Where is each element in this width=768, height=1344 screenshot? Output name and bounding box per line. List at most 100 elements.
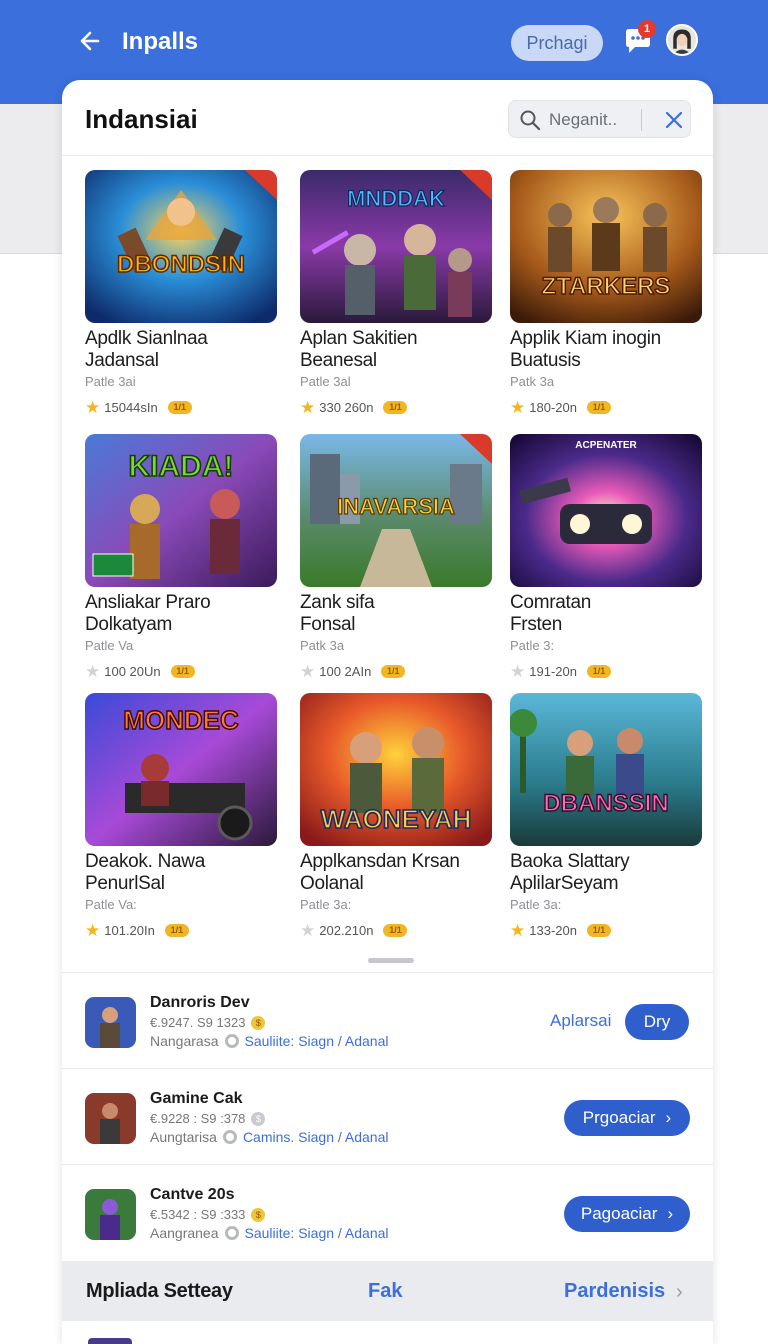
game-title: Aplan Sakitien Beanesal — [300, 328, 418, 371]
game-subtitle: Patle 3: — [510, 638, 555, 653]
back-arrow-icon[interactable] — [76, 26, 106, 56]
game-subtitle: Patle 3al — [300, 374, 351, 389]
tab-left[interactable]: Mpliada Setteay — [86, 1280, 233, 1303]
game-stats: ★ 191-20n 1/1 — [510, 662, 611, 680]
game-stats: ★ 180-20n 1/1 — [510, 398, 611, 416]
secondary-action-link[interactable]: Aplarsai — [550, 1011, 611, 1031]
game-title: Baoka Slattary AplilarSeyam — [510, 851, 630, 894]
game-cover-image: INAVARSIA — [300, 434, 492, 587]
list-item[interactable]: Danroris Dev €.9247. S9 1323 $ Nangarasa S… — [62, 972, 713, 1068]
game-subtitle: Patk 3a — [510, 374, 555, 389]
svg-text:INAVARSIA: INAVARSIA — [337, 494, 455, 519]
svg-text:MNDDAK: MNDDAK — [347, 186, 445, 211]
game-title: Zank sifa Fonsal — [300, 592, 375, 635]
list-item-title: Cantve 20s — [150, 1186, 235, 1203]
game-title: Apdlk Sianlnaa Jadansal — [85, 328, 208, 371]
list-item[interactable]: Gamine Cak €.9228 : S9 :378 $ Aungtarisa C… — [62, 1068, 713, 1164]
search-input[interactable]: Neganit.. — [508, 100, 691, 138]
star-icon: ★ — [300, 661, 316, 681]
tab-right[interactable]: Pardenisis — [564, 1280, 665, 1303]
app-thumbnail — [85, 1093, 136, 1144]
close-icon[interactable] — [663, 109, 685, 131]
list-item-title: Gamine Cak — [150, 1090, 243, 1107]
game-stats: ★ 330 260n 1/1 — [300, 397, 408, 417]
game-cover-image: WAONEYAH — [300, 693, 492, 846]
game-stats: ★ 100 20Un 1/1 — [85, 662, 195, 680]
list-item-meta: €.9247. S9 1323 $ — [150, 1015, 266, 1030]
svg-text:ZTARKERS: ZTARKERS — [542, 273, 671, 300]
tab-middle[interactable]: Fak — [368, 1280, 402, 1303]
search-placeholder: Neganit.. — [549, 110, 618, 129]
notification-badge: 1 — [638, 20, 656, 38]
coin-badge: 1/1 — [383, 923, 408, 937]
star-icon: ★ — [510, 920, 526, 940]
ring-icon — [222, 1130, 237, 1144]
game-cover-image: KIADA! — [85, 434, 277, 587]
search-divider — [641, 109, 642, 131]
coin-icon: $ — [251, 1111, 266, 1126]
game-title: Applkansdan Krsan Oolanal — [300, 851, 460, 894]
svg-text:DBONDSIN: DBONDSIN — [117, 251, 245, 278]
user-avatar[interactable] — [666, 24, 698, 56]
chevron-right-icon: › — [665, 1108, 672, 1127]
coin-badge: 1/1 — [586, 923, 611, 937]
game-subtitle: Patle 3ai — [85, 374, 136, 389]
star-icon: ★ — [510, 661, 526, 681]
game-cover-image: MNDDAK — [300, 170, 492, 323]
game-title: Deakok. Nawa PenurlSal — [85, 851, 205, 894]
svg-text:DBANSSIN: DBANSSIN — [543, 790, 668, 817]
star-icon: ★ — [85, 397, 101, 417]
chevron-right-icon: › — [667, 1204, 674, 1223]
list-item[interactable]: Cantve 20s €.5342 : S9 :333 $ Aangranea Sa… — [62, 1164, 713, 1260]
game-cover-image: DBANSSIN — [510, 693, 702, 846]
ring-icon — [224, 1034, 239, 1048]
primary-action-button[interactable]: Pagoaciar › — [564, 1196, 690, 1232]
coin-badge: 1/1 — [586, 664, 611, 678]
star-icon: ★ — [85, 661, 101, 681]
app-thumbnail — [85, 1189, 136, 1240]
coin-badge: 1/1 — [381, 664, 406, 678]
game-subtitle: Patle 3a: — [510, 897, 562, 912]
game-subtitle: Patle Va: — [85, 897, 137, 912]
bottom-tab-bar: Mpliada Setteay Fak Pardenisis › — [62, 1261, 713, 1321]
developer-link[interactable]: Sauliite: Siagn / Adanal — [245, 1225, 389, 1241]
star-icon: ★ — [510, 397, 526, 417]
svg-text:MONDEC: MONDEC — [123, 705, 239, 735]
header-pill-button[interactable]: Prchagi — [511, 25, 603, 61]
list-item-meta: €.9228 : S9 :378 $ — [150, 1111, 266, 1126]
game-subtitle: Patle 3a: — [300, 897, 352, 912]
game-cover-image: ZTARKERS — [510, 170, 702, 323]
developer-link[interactable]: Sauliite: Siagn / Adanal — [245, 1033, 389, 1049]
coin-badge: 1/1 — [167, 400, 192, 414]
svg-text:WAONEYAH: WAONEYAH — [321, 804, 472, 834]
list-item-info: Aungtarisa Camins. Siagn / Adanal — [150, 1129, 389, 1145]
svg-text:ACPENATER: ACPENATER — [575, 440, 637, 451]
coin-badge: 1/1 — [586, 400, 611, 414]
coin-icon: $ — [251, 1015, 266, 1030]
panel-header: Indansiai Neganit.. — [62, 80, 713, 156]
game-stats: ★ 100 2AIn 1/1 — [300, 661, 406, 681]
search-icon — [520, 110, 541, 131]
primary-action-button[interactable]: Dry — [625, 1004, 689, 1040]
apps-panel: Indansiai Neganit.. DBONDSIN Apdlk Sianl… — [62, 80, 713, 1344]
panel-title: Indansiai — [85, 104, 198, 134]
star-icon: ★ — [85, 920, 101, 940]
list-item-meta: €.5342 : S9 :333 $ — [150, 1207, 266, 1222]
list-item-info: Nangarasa Sauliite: Siagn / Adanal — [150, 1033, 389, 1049]
developer-link[interactable]: Camins. Siagn / Adanal — [243, 1129, 389, 1145]
ring-icon — [224, 1226, 239, 1240]
game-subtitle: Patle Va — [85, 638, 134, 653]
star-icon: ★ — [300, 397, 316, 417]
chevron-right-icon[interactable]: › — [676, 1281, 683, 1304]
primary-action-button[interactable]: Prgoaciar › — [564, 1100, 690, 1136]
svg-text:KIADA!: KIADA! — [129, 450, 234, 483]
drag-handle[interactable] — [368, 958, 414, 963]
app-thumbnail — [85, 997, 136, 1048]
game-title: Applik Kiam inogin Buatusis — [510, 328, 661, 371]
game-stats: ★ 101.20In 1/1 — [85, 921, 189, 939]
list-item-title: Danroris Dev — [150, 994, 250, 1011]
game-stats: ★ 202.210n 1/1 — [300, 921, 408, 939]
game-cover-image: ACPENATER — [510, 434, 702, 587]
game-title: Comratan Frsten — [510, 592, 592, 635]
game-subtitle: Patk 3a — [300, 638, 345, 653]
